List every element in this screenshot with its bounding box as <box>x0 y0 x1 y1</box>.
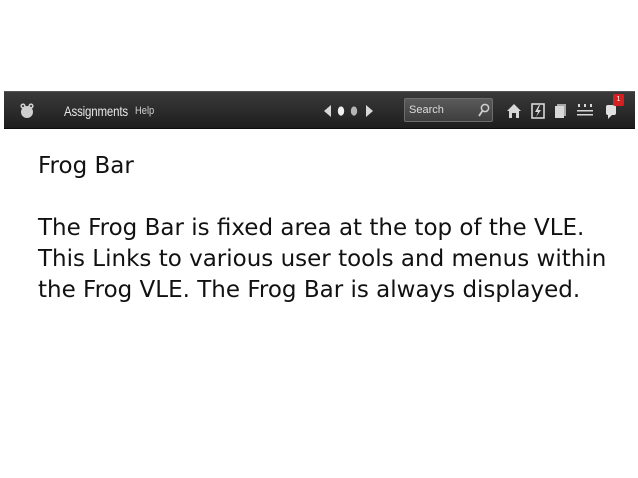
settings-grid-icon[interactable] <box>576 102 594 120</box>
lightning-icon[interactable] <box>530 102 546 120</box>
slide-body: The Frog Bar is fixed area at the top of… <box>38 215 607 303</box>
next-arrow-icon[interactable] <box>366 105 373 117</box>
slide-title: Frog Bar <box>38 153 134 179</box>
page-navigation <box>324 105 373 117</box>
slide-content: Frog Bar The Frog Bar is fixed area at t… <box>38 151 613 306</box>
search-icon[interactable] <box>478 103 490 117</box>
search-input[interactable] <box>409 101 479 119</box>
documents-icon[interactable] <box>553 102 569 120</box>
page-dot-icon[interactable] <box>337 106 345 116</box>
search-box <box>404 98 493 122</box>
page-dot-icon[interactable] <box>350 106 358 116</box>
notification-badge: 1 <box>613 94 624 106</box>
home-icon[interactable] <box>506 102 522 120</box>
menu-assignments[interactable]: Assignments <box>64 103 128 119</box>
menu-help[interactable]: Help <box>135 105 154 117</box>
previous-arrow-icon[interactable] <box>324 105 331 117</box>
frog-bar: Assignments Help Search 1 <box>4 91 635 129</box>
frog-icon[interactable] <box>18 102 36 120</box>
